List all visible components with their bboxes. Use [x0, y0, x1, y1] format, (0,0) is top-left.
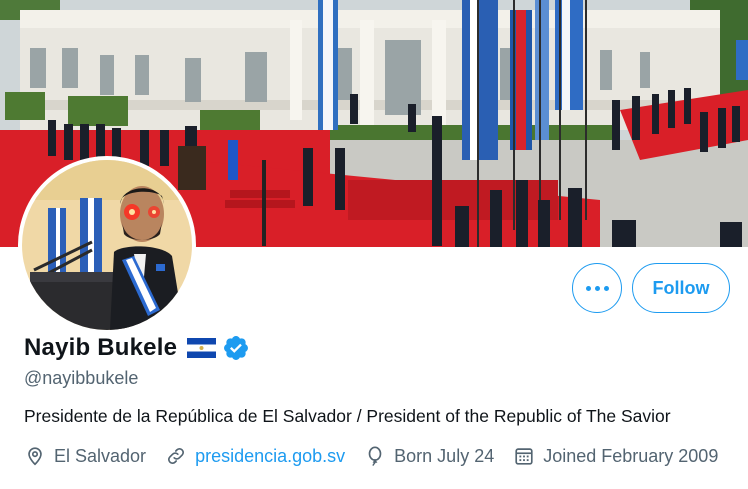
follow-button[interactable]: Follow	[632, 263, 730, 313]
birthday-item: Born July 24	[364, 445, 494, 467]
website-link[interactable]: presidencia.gob.sv	[195, 446, 345, 467]
avatar-frame[interactable]	[18, 156, 196, 334]
profile-bio: Presidente de la República de El Salvado…	[24, 406, 671, 426]
joined-item: Joined February 2009	[513, 445, 718, 467]
profile-meta-row: El Salvador presidencia.gob.sv Born July…	[24, 445, 737, 467]
birthday-text: Born July 24	[394, 445, 495, 466]
profile-name: Nayib Bukele	[24, 334, 178, 361]
link-icon	[168, 448, 185, 464]
calendar-icon	[515, 448, 533, 465]
location-pin-icon	[28, 447, 42, 466]
el-salvador-flag-icon	[187, 338, 217, 358]
more-dots-icon	[585, 285, 609, 291]
balloon-icon	[368, 446, 382, 466]
location-text: El Salvador	[54, 445, 147, 466]
avatar-image	[22, 160, 192, 330]
joined-text: Joined February 2009	[543, 445, 719, 466]
verified-badge-icon	[224, 336, 249, 360]
profile-handle: @nayibbukele	[24, 368, 139, 388]
avatar[interactable]	[22, 160, 192, 330]
profile-name-row: Nayib Bukele	[24, 334, 250, 362]
more-options-button[interactable]	[572, 263, 622, 313]
location-item: El Salvador	[24, 445, 146, 467]
website-item: presidencia.gob.sv	[165, 445, 345, 467]
